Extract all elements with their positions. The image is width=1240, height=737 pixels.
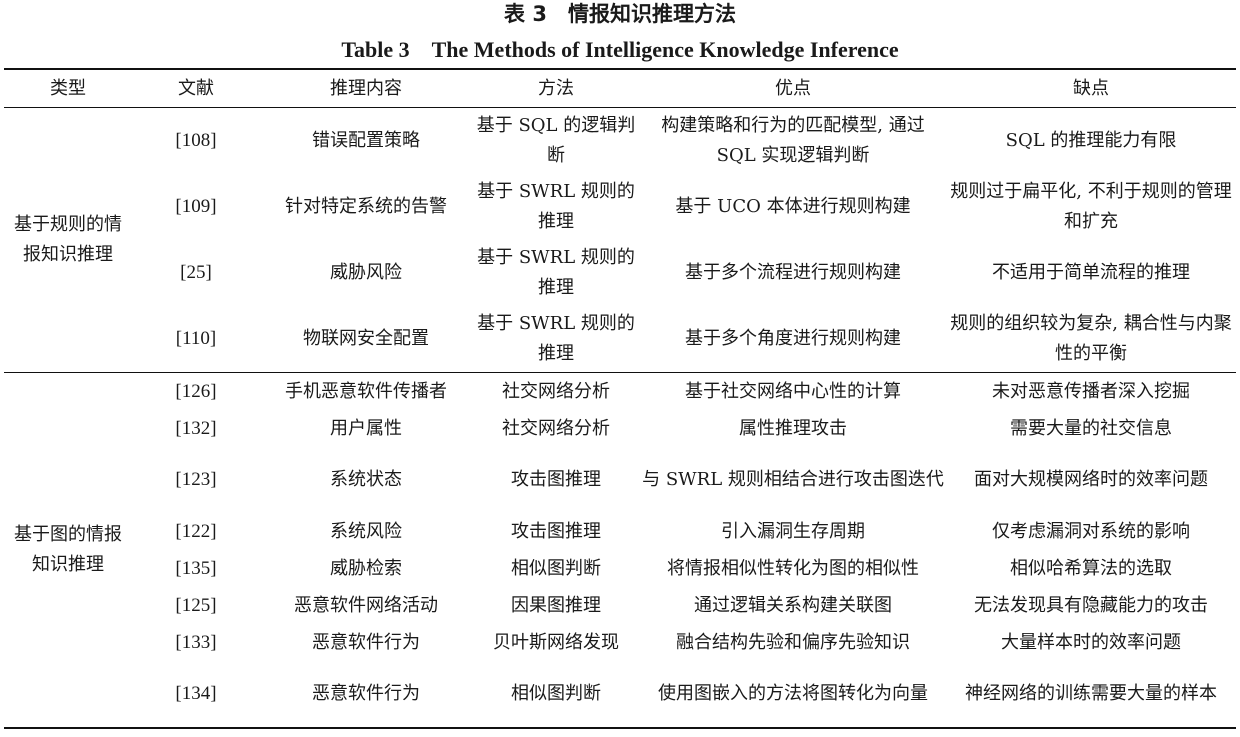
- cons-cell: 神经网络的训练需要大量的样本: [946, 661, 1236, 729]
- pros-cell: 将情报相似性转化为图的相似性: [667, 557, 919, 579]
- group-type-cell: 基于规则的情报知识推理: [14, 214, 122, 265]
- table-row: [25] 威胁风险 基于 SWRL 规则的推理 基于多个流程进行规则构建 不适用…: [4, 240, 1236, 305]
- cons-cell: 未对恶意传播者深入挖掘: [946, 372, 1236, 410]
- ref-cell: [133]: [175, 631, 217, 653]
- cons-cell: 需要大量的社交信息: [1010, 417, 1172, 439]
- header-reference: 文献: [132, 68, 260, 108]
- ref-cell: [125]: [175, 594, 217, 616]
- cons-cell: SQL 的推理能力有限: [1005, 129, 1177, 151]
- method-cell: 社交网络分析: [472, 372, 640, 410]
- cons-cell: 规则过于扁平化, 不利于规则的管理和扩充: [950, 180, 1232, 232]
- header-pros: 优点: [640, 68, 946, 108]
- pros-cell: 引入漏洞生存周期: [721, 520, 865, 542]
- cons-cell: 规则的组织较为复杂, 耦合性与内聚性的平衡: [950, 312, 1232, 364]
- pros-cell: 融合结构先验和偏序先验知识: [676, 631, 910, 653]
- pros-cell: 属性推理攻击: [739, 417, 847, 439]
- table-title-english: Table 3 The Methods of Intelligence Know…: [341, 37, 899, 62]
- table-row: [134] 恶意软件行为 相似图判断 使用图嵌入的方法将图转化为向量 神经网络的…: [4, 661, 1236, 729]
- method-cell: 攻击图推理: [511, 469, 601, 490]
- content-cell: 针对特定系统的告警: [285, 195, 447, 217]
- cons-cell: 相似哈希算法的选取: [1010, 557, 1172, 579]
- content-cell: 恶意软件行为: [312, 631, 420, 653]
- method-cell: 因果图推理: [511, 594, 601, 616]
- group-type-cell: 基于图的情报知识推理: [4, 372, 132, 729]
- content-cell: 威胁检索: [330, 557, 402, 579]
- content-cell: 用户属性: [330, 417, 402, 439]
- method-cell: 攻击图推理: [511, 520, 601, 542]
- table-row: 基于图的情报知识推理 [126] 手机恶意软件传播者 社交网络分析 基于社交网络…: [4, 372, 1236, 729]
- method-cell: 基于 SWRL 规则的推理: [477, 180, 635, 232]
- method-cell: 社交网络分析: [502, 417, 610, 439]
- ref-cell: [134]: [132, 661, 260, 729]
- table-title-chinese: 表 3 情报知识推理方法: [504, 2, 736, 26]
- inference-methods-table: 类型 文献 推理内容 方法 优点 缺点 基于规则的情报知识推理 [108] 错误…: [4, 68, 1236, 729]
- method-cell: 贝叶斯网络发现: [493, 631, 619, 653]
- table-row: [132] 用户属性 社交网络分析 属性推理攻击 需要大量的社交信息: [4, 410, 1236, 447]
- content-cell: 威胁风险: [330, 261, 402, 283]
- method-cell: 基于 SWRL 规则的推理: [477, 312, 635, 364]
- ref-cell: [25]: [180, 261, 212, 283]
- ref-cell: [126]: [132, 372, 260, 410]
- pros-cell: 与 SWRL 规则相结合进行攻击图迭代: [642, 469, 944, 490]
- method-cell: 相似图判断: [472, 661, 640, 729]
- ref-cell: [123]: [175, 469, 217, 490]
- content-cell: 手机恶意软件传播者: [260, 372, 472, 410]
- table-row: [135] 威胁检索 相似图判断 将情报相似性转化为图的相似性 相似哈希算法的选…: [4, 550, 1236, 587]
- pros-cell: 使用图嵌入的方法将图转化为向量: [640, 661, 946, 729]
- table-header-row: 类型 文献 推理内容 方法 优点 缺点: [4, 68, 1236, 108]
- content-cell: 错误配置策略: [312, 129, 420, 151]
- cons-cell: 不适用于简单流程的推理: [992, 261, 1190, 283]
- header-content: 推理内容: [260, 68, 472, 108]
- pros-cell: 基于 UCO 本体进行规则构建: [675, 195, 911, 217]
- header-method: 方法: [472, 68, 640, 108]
- cons-cell: 仅考虑漏洞对系统的影响: [992, 520, 1190, 542]
- content-cell: 恶意软件网络活动: [294, 594, 438, 616]
- method-cell: 相似图判断: [511, 557, 601, 579]
- method-cell: 基于 SWRL 规则的推理: [477, 246, 635, 298]
- pros-cell: 构建策略和行为的匹配模型, 通过 SQL 实现逻辑判断: [661, 114, 925, 166]
- table-row: [133] 恶意软件行为 贝叶斯网络发现 融合结构先验和偏序先验知识 大量样本时…: [4, 624, 1236, 661]
- table-row: [123] 系统状态 攻击图推理 与 SWRL 规则相结合进行攻击图迭代 面对大…: [4, 447, 1236, 513]
- content-cell: 系统风险: [330, 520, 402, 542]
- content-cell: 恶意软件行为: [260, 661, 472, 729]
- ref-cell: [109]: [175, 195, 217, 217]
- method-cell: 基于 SQL 的逻辑判断: [476, 114, 636, 166]
- cons-cell: 面对大规模网络时的效率问题: [974, 469, 1208, 490]
- ref-cell: [108]: [175, 129, 217, 151]
- ref-cell: [110]: [175, 327, 217, 349]
- table-row: [122] 系统风险 攻击图推理 引入漏洞生存周期 仅考虑漏洞对系统的影响: [4, 513, 1236, 550]
- header-type: 类型: [4, 68, 132, 108]
- content-cell: 系统状态: [330, 469, 402, 490]
- table-row: [109] 针对特定系统的告警 基于 SWRL 规则的推理 基于 UCO 本体进…: [4, 173, 1236, 240]
- table-row: [125] 恶意软件网络活动 因果图推理 通过逻辑关系构建关联图 无法发现具有隐…: [4, 587, 1236, 624]
- content-cell: 物联网安全配置: [303, 327, 429, 349]
- cons-cell: 大量样本时的效率问题: [1001, 631, 1181, 653]
- ref-cell: [132]: [175, 417, 217, 439]
- table-row: [110] 物联网安全配置 基于 SWRL 规则的推理 基于多个角度进行规则构建…: [4, 305, 1236, 373]
- pros-cell: 基于社交网络中心性的计算: [640, 372, 946, 410]
- cons-cell: 无法发现具有隐藏能力的攻击: [974, 594, 1208, 616]
- pros-cell: 通过逻辑关系构建关联图: [694, 594, 892, 616]
- ref-cell: [135]: [175, 557, 217, 579]
- pros-cell: 基于多个流程进行规则构建: [685, 261, 901, 283]
- header-cons: 缺点: [946, 68, 1236, 108]
- pros-cell: 基于多个角度进行规则构建: [685, 327, 901, 349]
- table-row: 基于规则的情报知识推理 [108] 错误配置策略 基于 SQL 的逻辑判断 构建…: [4, 108, 1236, 266]
- ref-cell: [122]: [175, 520, 217, 542]
